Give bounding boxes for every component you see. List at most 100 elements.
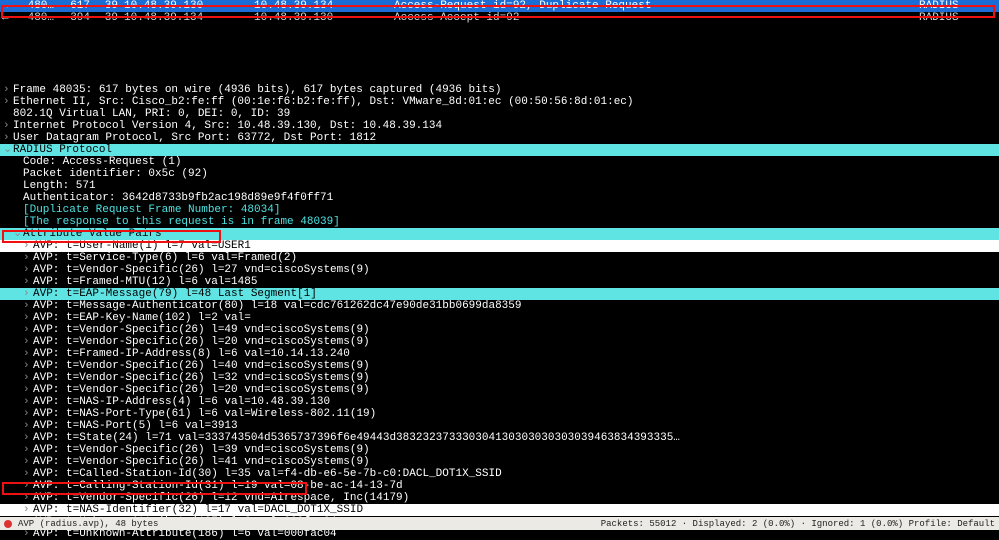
tree-line[interactable]: ›AVP: t=Message-Authenticator(80) l=18 v…: [0, 300, 999, 312]
col-dst: 10.48.39.134: [254, 0, 394, 12]
chevron-right-icon: ›: [23, 324, 33, 336]
tree-line[interactable]: Code: Access-Request (1): [0, 156, 999, 168]
tree-line-text: AVP: t=Vendor-Specific(26) l=20 vnd=cisc…: [33, 336, 999, 348]
tree-line[interactable]: 802.1Q Virtual LAN, PRI: 0, DEI: 0, ID: …: [0, 108, 999, 120]
tree-line[interactable]: ›AVP: t=Called-Station-Id(30) l=35 val=f…: [0, 468, 999, 480]
tree-line[interactable]: ›AVP: t=Vendor-Specific(26) l=12 vnd=Air…: [0, 492, 999, 504]
tree-line[interactable]: ›AVP: t=Vendor-Specific(26) l=32 vnd=cis…: [0, 372, 999, 384]
tree-line[interactable]: [Duplicate Request Frame Number: 48034]: [0, 204, 999, 216]
tree-line[interactable]: ›AVP: t=Vendor-Specific(26) l=49 vnd=cis…: [0, 324, 999, 336]
tree-line[interactable]: ›AVP: t=NAS-Identifier(32) l=17 val=DACL…: [0, 504, 999, 516]
packet-row[interactable]: ←480…3943910.48.39.13410.48.39.130Access…: [0, 12, 999, 24]
col-src: 10.48.39.130: [124, 0, 254, 12]
tree-line[interactable]: ›AVP: t=Vendor-Specific(26) l=20 vnd=cis…: [0, 384, 999, 396]
status-bar: AVP (radius.avp), 48 bytes Packets: 5501…: [0, 517, 999, 530]
packet-details[interactable]: ›Frame 48035: 617 bytes on wire (4936 bi…: [0, 84, 999, 540]
packet-list[interactable]: →480…6173910.48.39.13010.48.39.134Access…: [0, 0, 999, 24]
chevron-right-icon: ›: [23, 288, 33, 300]
chevron-right-icon: ›: [23, 252, 33, 264]
tree-line[interactable]: ›AVP: t=Vendor-Specific(26) l=20 vnd=cis…: [0, 336, 999, 348]
packet-row[interactable]: →480…6173910.48.39.13010.48.39.134Access…: [0, 0, 999, 12]
chevron-right-icon: ›: [3, 84, 13, 96]
tree-line[interactable]: ›Internet Protocol Version 4, Src: 10.48…: [0, 120, 999, 132]
tree-avp-header[interactable]: ⌄ Attribute Value Pairs: [0, 228, 999, 240]
chevron-right-icon: ›: [23, 480, 33, 492]
chevron-right-icon: ›: [23, 432, 33, 444]
col-info: Access-Accept id=92: [394, 12, 919, 24]
col-info: Access-Request id=92, Duplicate Request: [394, 0, 919, 12]
tree-line[interactable]: ›AVP: t=User-Name(1) l=7 val=USER1: [0, 240, 999, 252]
status-left: AVP (radius.avp), 48 bytes: [18, 519, 158, 529]
tree-line[interactable]: ›AVP: t=State(24) l=71 val=333743504d536…: [0, 432, 999, 444]
tree-line-text: 802.1Q Virtual LAN, PRI: 0, DEI: 0, ID: …: [13, 108, 999, 120]
tree-line-text: Ethernet II, Src: Cisco_b2:fe:ff (00:1e:…: [13, 96, 999, 108]
chevron-right-icon: ›: [23, 408, 33, 420]
avp-header-label: Attribute Value Pairs: [23, 228, 999, 240]
tree-line-text: AVP: t=NAS-Port(5) l=6 val=3913: [33, 420, 999, 432]
tree-line-text: AVP: t=Framed-IP-Address(8) l=6 val=10.1…: [33, 348, 999, 360]
tree-line[interactable]: ›AVP: t=Vendor-Specific(26) l=41 vnd=cis…: [0, 456, 999, 468]
tree-line-text: AVP: t=User-Name(1) l=7 val=USER1: [33, 240, 999, 252]
tree-line[interactable]: ›AVP: t=Service-Type(6) l=6 val=Framed(2…: [0, 252, 999, 264]
tree-line-text: AVP: t=Vendor-Specific(26) l=49 vnd=cisc…: [33, 324, 999, 336]
tree-line[interactable]: ›AVP: t=Framed-IP-Address(8) l=6 val=10.…: [0, 348, 999, 360]
col-no: 480…: [16, 0, 58, 12]
tree-line[interactable]: Authenticator: 3642d8733b9fb2ac198d89e9f…: [0, 192, 999, 204]
chevron-right-icon: ›: [3, 96, 13, 108]
tree-line-text: User Datagram Protocol, Src Port: 63772,…: [13, 132, 999, 144]
tree-line[interactable]: ›AVP: t=Vendor-Specific(26) l=40 vnd=cis…: [0, 360, 999, 372]
tree-line[interactable]: ›Ethernet II, Src: Cisco_b2:fe:ff (00:1e…: [0, 96, 999, 108]
tree-line[interactable]: Packet identifier: 0x5c (92): [0, 168, 999, 180]
chevron-right-icon: ›: [23, 468, 33, 480]
tree-line-text: [Duplicate Request Frame Number: 48034]: [23, 204, 999, 216]
tree-line-text: AVP: t=Vendor-Specific(26) l=12 vnd=Aire…: [33, 492, 999, 504]
chevron-right-icon: ›: [23, 372, 33, 384]
tree-line-text: [The response to this request is in fram…: [23, 216, 999, 228]
chevron-right-icon: ›: [23, 420, 33, 432]
col-time: 617: [58, 0, 96, 12]
tree-line-text: Code: Access-Request (1): [23, 156, 999, 168]
chevron-right-icon: ›: [23, 348, 33, 360]
tree-line-text: AVP: t=Vendor-Specific(26) l=41 vnd=cisc…: [33, 456, 999, 468]
tree-line[interactable]: ›AVP: t=NAS-IP-Address(4) l=6 val=10.48.…: [0, 396, 999, 408]
tree-line[interactable]: ›AVP: t=NAS-Port-Type(61) l=6 val=Wirele…: [0, 408, 999, 420]
radius-header-label: RADIUS Protocol: [13, 144, 999, 156]
tree-line-text: AVP: t=EAP-Key-Name(102) l=2 val=: [33, 312, 999, 324]
tree-line[interactable]: ›User Datagram Protocol, Src Port: 63772…: [0, 132, 999, 144]
tree-line-text: AVP: t=Called-Station-Id(30) l=35 val=f4…: [33, 468, 999, 480]
col-proto: RADIUS: [919, 0, 999, 12]
tree-line[interactable]: Length: 571: [0, 180, 999, 192]
tree-line[interactable]: ›AVP: t=EAP-Key-Name(102) l=2 val=: [0, 312, 999, 324]
chevron-right-icon: ›: [23, 276, 33, 288]
tree-line[interactable]: ›AVP: t=Calling-Station-Id(31) l=19 val=…: [0, 480, 999, 492]
tree-line-text: AVP: t=Service-Type(6) l=6 val=Framed(2): [33, 252, 999, 264]
chevron-right-icon: ›: [23, 492, 33, 504]
tree-line[interactable]: ›AVP: t=NAS-Port(5) l=6 val=3913: [0, 420, 999, 432]
chevron-right-icon: ›: [23, 312, 33, 324]
chevron-right-icon: ›: [23, 384, 33, 396]
tree-line-text: AVP: t=Vendor-Specific(26) l=39 vnd=cisc…: [33, 444, 999, 456]
tree-line[interactable]: ›AVP: t=Vendor-Specific(26) l=27 vnd=cis…: [0, 264, 999, 276]
tree-line-text: AVP: t=Vendor-Specific(26) l=32 vnd=cisc…: [33, 372, 999, 384]
tree-line[interactable]: ›Frame 48035: 617 bytes on wire (4936 bi…: [0, 84, 999, 96]
chevron-right-icon: ›: [23, 396, 33, 408]
tree-line-text: AVP: t=EAP-Message(79) l=48 Last Segment…: [33, 288, 999, 300]
tree-line[interactable]: [The response to this request is in fram…: [0, 216, 999, 228]
tree-line-text: AVP: t=Framed-MTU(12) l=6 val=1485: [33, 276, 999, 288]
tree-line[interactable]: ›AVP: t=Vendor-Specific(26) l=39 vnd=cis…: [0, 444, 999, 456]
tree-radius-header[interactable]: ⌄ RADIUS Protocol: [0, 144, 999, 156]
direction-icon: →: [0, 0, 16, 12]
col-proto: RADIUS: [919, 12, 999, 24]
col-src: 10.48.39.134: [124, 12, 254, 24]
tree-line-text: AVP: t=State(24) l=71 val=333743504d5365…: [33, 432, 999, 444]
tree-line-text: AVP: t=Message-Authenticator(80) l=18 va…: [33, 300, 999, 312]
tree-line-text: AVP: t=Calling-Station-Id(31) l=19 val=0…: [33, 480, 999, 492]
tree-line[interactable]: ›AVP: t=Framed-MTU(12) l=6 val=1485: [0, 276, 999, 288]
tree-line-text: Internet Protocol Version 4, Src: 10.48.…: [13, 120, 999, 132]
tree-line-text: AVP: t=Vendor-Specific(26) l=27 vnd=cisc…: [33, 264, 999, 276]
tree-line-text: AVP: t=Vendor-Specific(26) l=20 vnd=cisc…: [33, 384, 999, 396]
tree-line[interactable]: ›AVP: t=EAP-Message(79) l=48 Last Segmen…: [0, 288, 999, 300]
chevron-right-icon: ›: [23, 360, 33, 372]
tree-line-text: AVP: t=NAS-Identifier(32) l=17 val=DACL_…: [33, 504, 999, 516]
tree-line-text: Length: 571: [23, 180, 999, 192]
